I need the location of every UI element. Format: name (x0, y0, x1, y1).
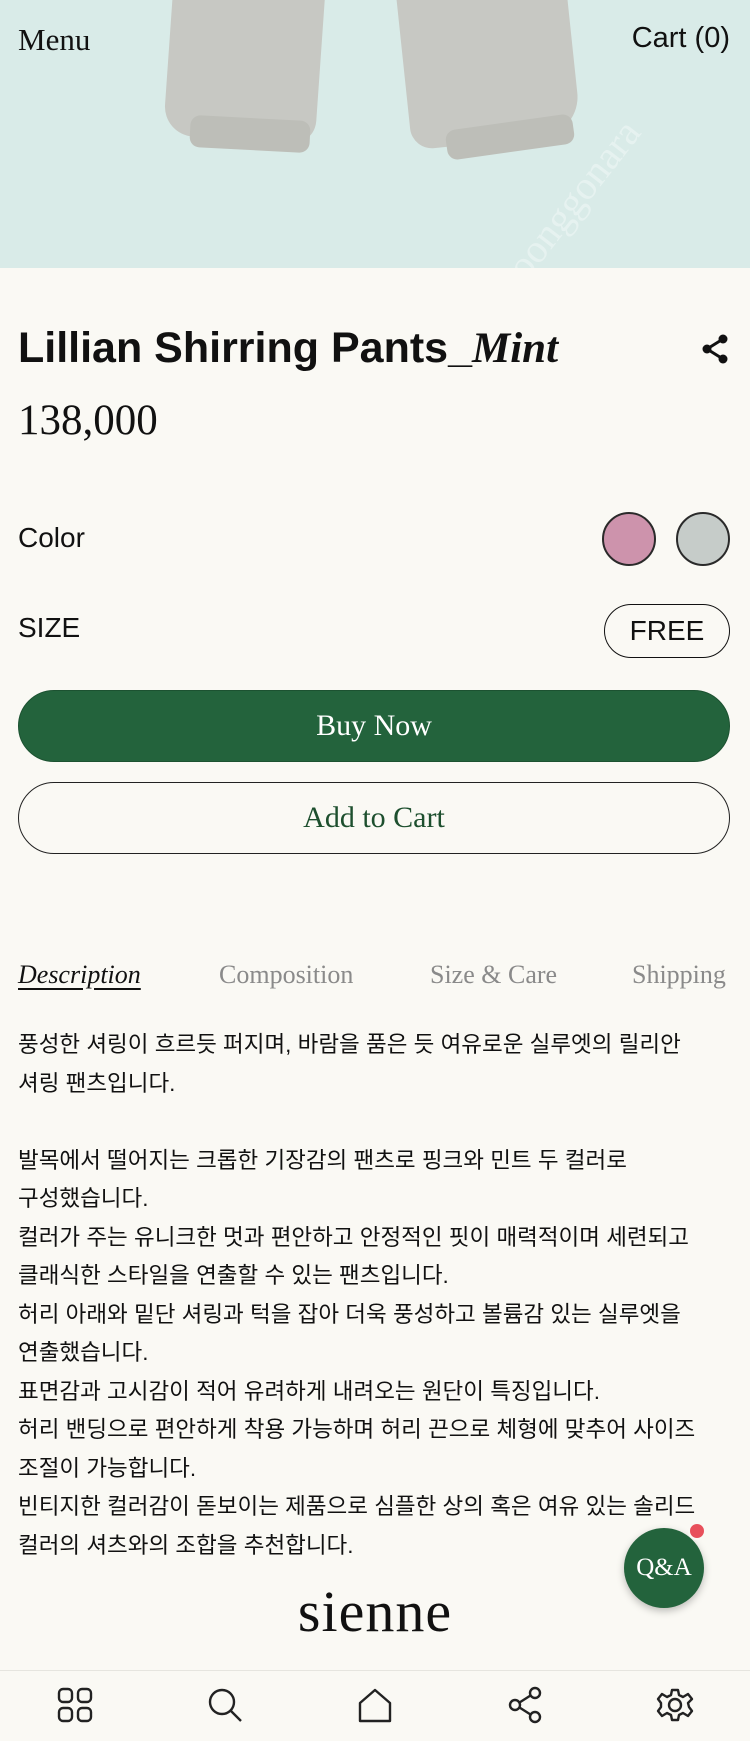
product-title-row: Lillian Shirring Pants_Mint (18, 320, 732, 376)
search-icon[interactable] (205, 1685, 245, 1725)
color-swatch-pink[interactable] (602, 512, 656, 566)
description-line: 허리 아래와 밑단 셔링과 턱을 잡아 더욱 풍성하고 볼륨감 있는 실루엣을 (18, 1301, 681, 1327)
notification-dot (688, 1522, 706, 1540)
color-swatch-mint[interactable] (676, 512, 730, 566)
share-icon[interactable] (505, 1685, 545, 1725)
gear-icon[interactable] (655, 1685, 695, 1725)
description-line: 표면감과 고시감이 적어 유려하게 내려오는 원단이 특징입니다. (18, 1378, 600, 1404)
grid-icon[interactable] (55, 1685, 95, 1725)
buy-now-button[interactable]: Buy Now (18, 690, 730, 762)
product-title: Lillian Shirring Pants_Mint (18, 320, 732, 377)
color-label: Color (18, 522, 85, 553)
tab-composition[interactable]: Composition (219, 960, 353, 990)
product-color-name: Mint (471, 325, 559, 372)
product-price: 138,000 (18, 397, 158, 444)
size-label: SIZE (18, 612, 81, 643)
cart-button[interactable]: Cart (0) (632, 22, 730, 55)
bottom-nav (0, 1670, 750, 1741)
pants-cuff-left (189, 114, 311, 154)
home-icon[interactable] (355, 1685, 395, 1725)
description-line: 셔링 팬츠입니다. (18, 1070, 176, 1096)
tab-size-care[interactable]: Size & Care (430, 960, 557, 990)
share-icon[interactable] (698, 332, 732, 366)
description-line: 컬러가 주는 유니크한 멋과 편안하고 안정적인 핏이 매력적이며 세련되고 (18, 1224, 690, 1250)
size-option-free[interactable]: FREE (604, 604, 730, 658)
description-line: 풍성한 셔링이 흐르듯 퍼지며, 바람을 품은 듯 여유로운 실루엣의 릴리안 (18, 1032, 681, 1057)
tab-description[interactable]: Description (18, 960, 141, 990)
description-line: 발목에서 떨어지는 크롭한 기장감의 팬츠로 핑크와 민트 두 컬러로 (18, 1147, 627, 1173)
description-line: 클래식한 스타일을 연출할 수 있는 팬츠입니다. (18, 1263, 449, 1288)
add-to-cart-button[interactable]: Add to Cart (18, 782, 730, 854)
description-line: 조절이 가능합니다. (18, 1455, 197, 1481)
qa-button[interactable]: Q&A (624, 1528, 704, 1608)
description-line: 빈티지한 컬러감이 돋보이는 제품으로 심플한 상의 혹은 여유 있는 솔리드 (18, 1494, 696, 1519)
product-description: 풍성한 셔링이 흐르듯 퍼지며, 바람을 품은 듯 여유로운 실루엣의 릴리안 … (18, 1026, 732, 1565)
description-line: 구성했습니다. (18, 1186, 149, 1211)
detail-tabs: Description Composition Size & Care Ship… (18, 960, 732, 1000)
description-line: 허리 밴딩으로 편안하게 착용 가능하며 허리 끈으로 체형에 맞추어 사이즈 (18, 1417, 696, 1442)
product-name: Lillian Shirring Pants_ (18, 324, 472, 372)
tab-shipping[interactable]: Shipping (632, 960, 726, 990)
description-line: 연출했습니다. (18, 1340, 149, 1365)
menu-button[interactable]: Menu (18, 22, 90, 58)
